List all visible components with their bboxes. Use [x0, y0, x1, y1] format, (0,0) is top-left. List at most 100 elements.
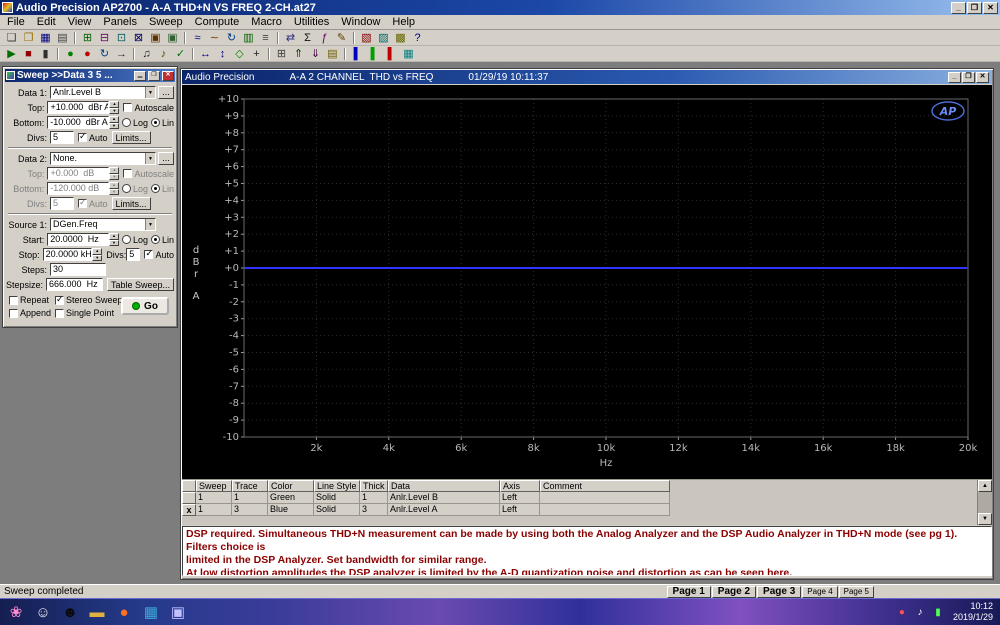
folder-icon[interactable]: ▬	[86, 601, 108, 623]
digital-analyzer-panel-icon[interactable]: ⊠	[130, 31, 147, 45]
auto1-checkbox[interactable]: Auto	[78, 133, 108, 143]
sweep-panel-toolbar-icon[interactable]: ≈	[189, 31, 206, 45]
taskbar-clock[interactable]: 10:12 2019/1/29	[953, 601, 995, 623]
page3-view-icon[interactable]: ▩	[392, 31, 409, 45]
trace-table-header-cell[interactable]: Color	[268, 480, 314, 492]
bottom1-spinner[interactable]	[109, 116, 119, 129]
export-data-icon[interactable]: ⇑	[290, 47, 307, 61]
trace-row-selector[interactable]	[182, 492, 196, 504]
table-sweep-button[interactable]: Table Sweep...	[107, 278, 174, 291]
trace-table-header-cell[interactable]	[182, 480, 196, 492]
single-point-checkbox[interactable]: Single Point	[55, 308, 123, 318]
sweep-panel-titlebar[interactable]: Sweep >>Data 3 5 ... ▁ ❐ ✕	[5, 69, 175, 82]
trace-table-row[interactable]: 11GreenSolid1Anlr.Level BLeft	[182, 492, 992, 504]
append-checkbox[interactable]: Append	[9, 308, 51, 318]
analog-analyzer-panel-icon[interactable]: ⊟	[96, 31, 113, 45]
auto3-checkbox[interactable]: Auto	[144, 250, 174, 260]
menu-item-utilities[interactable]: Utilities	[288, 15, 335, 29]
page-button-5[interactable]: Page 5	[839, 586, 874, 598]
zoom-x-icon[interactable]: ↔	[197, 47, 214, 61]
meter-blue-icon[interactable]: ▌	[349, 47, 366, 61]
maximize-button[interactable]: ❐	[967, 2, 982, 14]
stop-field[interactable]: 20.0000 kHz	[43, 248, 93, 261]
main-titlebar[interactable]: Audio Precision AP2700 - A-A THD+N VS FR…	[0, 0, 1000, 15]
volume-tray-icon[interactable]: ♪	[913, 605, 927, 619]
help-icon[interactable]: ?	[409, 31, 426, 45]
trace-table-header-cell[interactable]: Line Style	[314, 480, 360, 492]
menu-item-macro[interactable]: Macro	[245, 15, 288, 29]
sweep-pause-icon[interactable]: ▮	[37, 47, 54, 61]
data1-dropdown-icon[interactable]	[145, 87, 155, 98]
log3-radio[interactable]: Log	[122, 235, 148, 245]
sweep-stop-icon[interactable]: ■	[20, 47, 37, 61]
sync-panel-icon[interactable]: ⇄	[282, 31, 299, 45]
trace-table-header-cell[interactable]: Data	[388, 480, 500, 492]
lin3-radio[interactable]: Lin	[151, 235, 174, 245]
comment-field[interactable]: DSP required. Simultaneous THD+N measure…	[182, 526, 992, 576]
start-field[interactable]: 20.0000 Hz	[47, 233, 109, 246]
go-button[interactable]: Go	[121, 297, 169, 315]
autoscale-graph-icon[interactable]: ◇	[231, 47, 248, 61]
minimize-button[interactable]: _	[951, 2, 966, 14]
top1-field[interactable]: +10.000 dBr A	[47, 101, 109, 114]
menu-item-window[interactable]: Window	[335, 15, 386, 29]
steps-input[interactable]: 30	[50, 263, 106, 276]
scroll-up-icon[interactable]	[978, 480, 992, 492]
data1-combobox[interactable]: Anlr.Level B	[50, 86, 156, 99]
settings-icon[interactable]: ▦	[400, 47, 417, 61]
stepsize-field[interactable]: 666.000 Hz	[46, 278, 103, 291]
single-step-icon[interactable]: →	[113, 47, 130, 61]
trace-table-header-cell[interactable]: Comment	[540, 480, 670, 492]
firefox-icon[interactable]: ●	[113, 601, 135, 623]
page2-view-icon[interactable]: ▨	[375, 31, 392, 45]
trace-table-header-cell[interactable]: Thick	[360, 480, 388, 492]
sweep-panel-pin-button[interactable]: ❐	[148, 71, 160, 81]
menu-item-view[interactable]: View	[62, 15, 98, 29]
page-button-4[interactable]: Page 4	[802, 586, 837, 598]
status-bits-panel-icon[interactable]: ≡	[257, 31, 274, 45]
dcx-panel-icon[interactable]: ▣	[164, 31, 181, 45]
sweep-start-icon[interactable]: ▶	[3, 47, 20, 61]
data2-browse-button[interactable]: ...	[158, 152, 174, 165]
messenger-tray-icon[interactable]: ●	[895, 605, 909, 619]
menu-item-edit[interactable]: Edit	[31, 15, 62, 29]
bottom1-field[interactable]: -10.000 dBr A	[47, 116, 109, 129]
page-button-1[interactable]: Page 1	[667, 586, 711, 598]
start-spinner[interactable]	[109, 233, 119, 246]
trace-table-header-cell[interactable]: Axis	[500, 480, 540, 492]
data2-combobox[interactable]: None.	[50, 152, 156, 165]
open-test-icon[interactable]: ❐	[20, 31, 37, 45]
new-test-icon[interactable]: ❏	[3, 31, 20, 45]
data2-dropdown-icon[interactable]	[145, 153, 155, 164]
media-app-icon[interactable]: ▣	[167, 601, 189, 623]
clipboard-icon[interactable]: ▤	[324, 47, 341, 61]
macro-panel-icon[interactable]: ƒ	[316, 31, 333, 45]
import-data-icon[interactable]: ⇓	[307, 47, 324, 61]
settled-reading-icon[interactable]: ✓	[172, 47, 189, 61]
graph-close-button[interactable]: ✕	[976, 72, 989, 83]
regulation-panel-icon[interactable]: ↻	[223, 31, 240, 45]
menu-item-sweep[interactable]: Sweep	[143, 15, 189, 29]
sweep-panel-minimize-button[interactable]: ▁	[134, 71, 146, 81]
autoscale1-checkbox[interactable]: Autoscale	[123, 103, 174, 113]
halt-toolbar-icon[interactable]: ●	[79, 47, 96, 61]
compute-panel-icon[interactable]: Σ	[299, 31, 316, 45]
analog-generator-panel-icon[interactable]: ⊞	[79, 31, 96, 45]
source1-dropdown-icon[interactable]	[145, 219, 155, 230]
settling-panel-icon[interactable]: ∼	[206, 31, 223, 45]
repeat-checkbox[interactable]: Repeat	[9, 295, 51, 305]
top1-spinner[interactable]	[109, 101, 119, 114]
meter-red-icon[interactable]: ▌	[383, 47, 400, 61]
print-icon[interactable]: ▤	[54, 31, 71, 45]
black-cat-icon[interactable]: ☻	[59, 601, 81, 623]
trace-table-header-cell[interactable]: Sweep	[196, 480, 232, 492]
stop-spinner[interactable]	[92, 248, 102, 261]
sweep-panel-close-button[interactable]: ✕	[162, 71, 174, 81]
stereo-sweep-checkbox[interactable]: Stereo Sweep	[55, 295, 123, 305]
pink-app-icon[interactable]: ❀	[5, 601, 27, 623]
edit-macro-icon[interactable]: ✎	[333, 31, 350, 45]
menu-item-compute[interactable]: Compute	[189, 15, 246, 29]
data1-browse-button[interactable]: ...	[158, 86, 174, 99]
scroll-down-icon[interactable]	[978, 513, 992, 525]
zoom-y-icon[interactable]: ↕	[214, 47, 231, 61]
